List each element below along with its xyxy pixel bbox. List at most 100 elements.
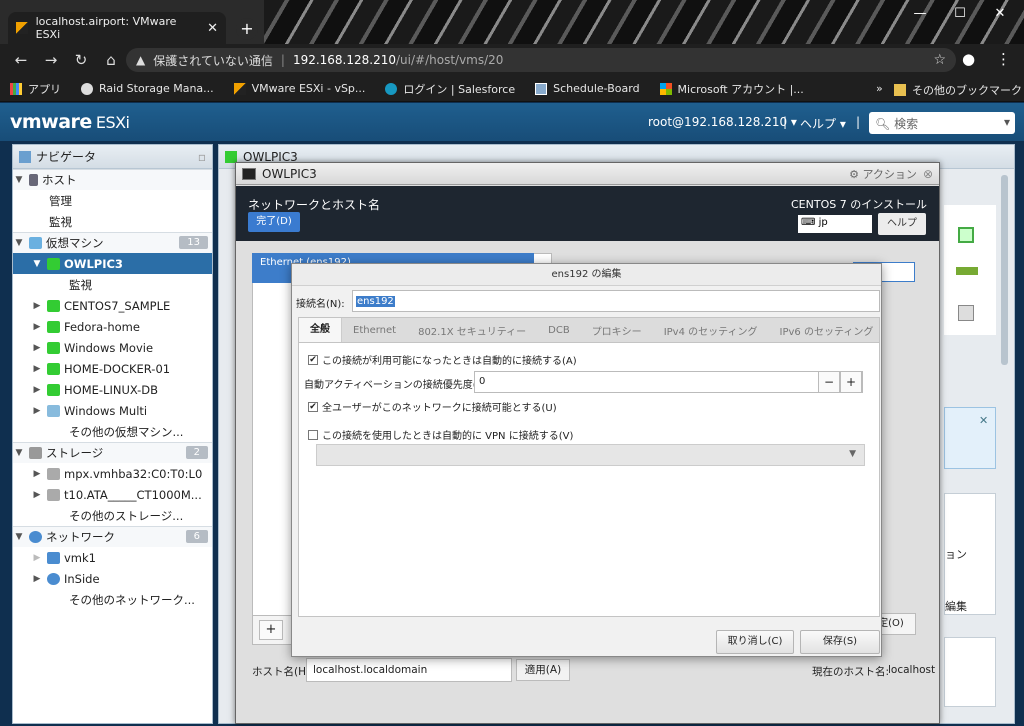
- portgroup-icon: [47, 572, 60, 585]
- action-label[interactable]: ョン: [945, 546, 967, 562]
- help-button[interactable]: ヘルプ: [878, 213, 926, 235]
- priority-stepper[interactable]: 0 − +: [474, 371, 863, 393]
- chevron-down-icon[interactable]: ▾: [1004, 115, 1010, 129]
- console-actions-menu[interactable]: ⚙ アクション: [849, 166, 917, 182]
- nav-vms[interactable]: ▼ 仮想マシン 13: [13, 232, 212, 253]
- nav-host-manage[interactable]: 管理: [13, 190, 212, 211]
- bookmark-schedule[interactable]: Schedule-Board: [525, 82, 649, 95]
- maximize-icon[interactable]: ☐: [945, 4, 975, 24]
- collapse-arrow-icon[interactable]: ▼: [13, 448, 25, 458]
- checkbox-checked-icon[interactable]: ✔: [308, 354, 318, 365]
- tab-close-icon[interactable]: ✕: [207, 21, 218, 36]
- nav-host-monitor[interactable]: 監視: [13, 211, 212, 232]
- collapse-icon[interactable]: ▫: [198, 150, 206, 164]
- expand-arrow-icon[interactable]: ▶: [31, 574, 43, 584]
- apply-button[interactable]: 適用(A): [516, 659, 570, 681]
- nav-storage-item[interactable]: ▶ mpx.vmhba32:C0:T0:L0: [13, 463, 212, 484]
- tab-ethernet[interactable]: Ethernet: [342, 325, 407, 336]
- tab-ipv4[interactable]: IPv4 のセッティング: [653, 323, 769, 338]
- nav-vm-item[interactable]: ▶ HOME-DOCKER-01: [13, 358, 212, 379]
- close-window-icon[interactable]: ✕: [985, 4, 1015, 24]
- menu-kebab-icon[interactable]: ⋮: [996, 50, 1011, 68]
- collapse-arrow-icon[interactable]: ▼: [13, 175, 25, 185]
- expand-arrow-icon[interactable]: ▶: [31, 553, 43, 563]
- user-menu[interactable]: root@192.168.128.210 ▾: [648, 115, 797, 129]
- tab-8021x[interactable]: 802.1X セキュリティー: [407, 323, 537, 338]
- nav-vm-item[interactable]: ▶ HOME-LINUX-DB: [13, 379, 212, 400]
- profile-icon[interactable]: ●: [962, 50, 975, 68]
- address-bar[interactable]: ▲ 保護されていない通信 | 192.168.128.210/ui/#/host…: [126, 48, 956, 72]
- nav-more-vms[interactable]: その他の仮想マシン...: [13, 421, 212, 442]
- expand-arrow-icon[interactable]: ▶: [31, 469, 43, 479]
- tab-dcb[interactable]: DCB: [537, 325, 581, 336]
- other-bookmarks[interactable]: その他のブックマーク: [894, 82, 1022, 98]
- minimize-icon[interactable]: —: [905, 4, 935, 24]
- nav-vm-selected[interactable]: ▼ OWLPIC3: [13, 253, 212, 274]
- help-menu[interactable]: ヘルプ ▾: [800, 115, 846, 132]
- decrement-button[interactable]: −: [818, 371, 840, 393]
- nav-network[interactable]: ▼ ネットワーク 6: [13, 526, 212, 547]
- auto-connect-checkbox[interactable]: ✔ この接続が利用可能になったときは自動的に接続する(A): [308, 352, 577, 367]
- tab-ipv6[interactable]: IPv6 のセッティング: [769, 323, 885, 338]
- close-icon[interactable]: ⊗: [923, 167, 933, 181]
- bookmark-salesforce[interactable]: ログイン | Salesforce: [375, 81, 525, 97]
- bookmark-label: ログイン | Salesforce: [403, 82, 516, 96]
- expand-arrow-icon[interactable]: ▶: [31, 301, 43, 311]
- more-bookmarks-chevron[interactable]: »: [876, 82, 883, 95]
- nav-vm-item[interactable]: ▶ Fedora-home: [13, 316, 212, 337]
- collapse-arrow-icon[interactable]: ▼: [13, 238, 25, 248]
- expand-arrow-icon[interactable]: ▶: [31, 490, 43, 500]
- save-button[interactable]: 保存(S): [800, 630, 880, 654]
- collapse-arrow-icon[interactable]: ▼: [31, 259, 43, 269]
- nav-vm-item[interactable]: ▶ Windows Multi: [13, 400, 212, 421]
- hostname-input[interactable]: localhost.localdomain: [306, 658, 512, 682]
- nav-vm-item[interactable]: ▶ CENTOS7_SAMPLE: [13, 295, 212, 316]
- vpn-select[interactable]: ▼: [316, 444, 865, 466]
- keyboard-layout[interactable]: ⌨ jp: [798, 215, 872, 233]
- reload-icon[interactable]: ↻: [66, 51, 96, 69]
- warning-icon[interactable]: ▲: [136, 53, 145, 67]
- nav-storage-item[interactable]: ▶ t10.ATA_____CT1000M...: [13, 484, 212, 505]
- home-icon[interactable]: ⌂: [96, 51, 126, 69]
- chevron-down-icon[interactable]: ▼: [849, 449, 856, 459]
- forward-arrow-icon[interactable]: →: [36, 51, 66, 69]
- bookmark-vmware[interactable]: VMware ESXi - vSp...: [224, 82, 376, 95]
- all-users-checkbox[interactable]: ✔ 全ユーザーがこのネットワークに接続可能とする(U): [308, 399, 557, 414]
- priority-value[interactable]: 0: [479, 376, 485, 387]
- expand-arrow-icon[interactable]: ▶: [31, 385, 43, 395]
- add-interface-button[interactable]: +: [259, 620, 283, 640]
- back-arrow-icon[interactable]: ←: [6, 51, 36, 69]
- search-input[interactable]: 🔍︎ 検索 ▾: [869, 112, 1015, 134]
- nav-more-network[interactable]: その他のネットワーク...: [13, 589, 212, 610]
- nav-network-item[interactable]: ▶ vmk1: [13, 547, 212, 568]
- bookmark-apps[interactable]: アプリ: [0, 81, 71, 97]
- done-button[interactable]: 完了(D): [248, 212, 300, 232]
- checkbox-unchecked-icon[interactable]: [308, 429, 318, 440]
- scrollbar[interactable]: [1001, 175, 1008, 365]
- expand-arrow-icon[interactable]: ▶: [31, 364, 43, 374]
- expand-arrow-icon[interactable]: ▶: [31, 406, 43, 416]
- nav-network-item[interactable]: ▶ InSide: [13, 568, 212, 589]
- cancel-button[interactable]: 取り消し(C): [716, 630, 794, 654]
- browser-tab[interactable]: localhost.airport: VMware ESXi ✕: [8, 12, 226, 44]
- nav-more-storage[interactable]: その他のストレージ...: [13, 505, 212, 526]
- bookmark-star-icon[interactable]: ☆: [933, 52, 946, 68]
- bookmark-raid[interactable]: Raid Storage Mana...: [71, 82, 224, 95]
- new-tab-button[interactable]: +: [236, 18, 258, 40]
- tab-general[interactable]: 全般: [299, 318, 342, 342]
- checkbox-checked-icon[interactable]: ✔: [308, 401, 318, 412]
- nav-vm-monitor[interactable]: 監視: [13, 274, 212, 295]
- collapse-arrow-icon[interactable]: ▼: [13, 532, 25, 542]
- connection-name-input[interactable]: ens192: [352, 290, 880, 312]
- expand-arrow-icon[interactable]: ▶: [31, 322, 43, 332]
- vpn-checkbox[interactable]: この接続を使用したときは自動的に VPN に接続する(V): [308, 427, 573, 442]
- expand-arrow-icon[interactable]: ▶: [31, 343, 43, 353]
- action-label[interactable]: 編集: [945, 598, 967, 614]
- increment-button[interactable]: +: [840, 371, 862, 393]
- tab-proxy[interactable]: プロキシー: [581, 323, 653, 338]
- bookmark-microsoft[interactable]: Microsoft アカウント |...: [650, 81, 814, 97]
- nav-host[interactable]: ▼ ホスト: [13, 169, 212, 190]
- nav-vm-item[interactable]: ▶ Windows Movie: [13, 337, 212, 358]
- nav-storage[interactable]: ▼ ストレージ 2: [13, 442, 212, 463]
- close-icon[interactable]: ✕: [979, 414, 988, 427]
